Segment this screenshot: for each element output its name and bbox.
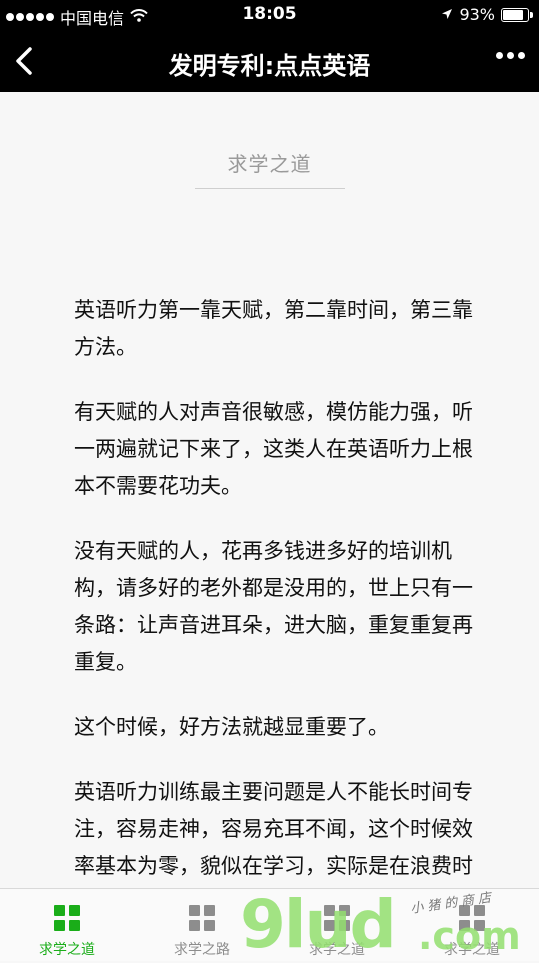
tab-qiuxue-zhilu[interactable]: 求学之路 — [135, 889, 269, 961]
tab-label: 求学之道 — [444, 942, 500, 958]
nav-bar: 发明专利:点点英语 — [0, 30, 539, 92]
more-button[interactable] — [496, 52, 525, 59]
article-content[interactable]: 求学之道 英语听力第一靠天赋，第二靠时间，第三靠方法。 有天赋的人对声音很敏感，… — [0, 92, 539, 888]
more-dots-icon — [496, 52, 503, 59]
grid-icon — [54, 905, 80, 931]
tab-bar: 求学之道 求学之路 求学之道 求学之道 — [0, 888, 539, 961]
article-paragraph: 英语听力训练最主要问题是人不能长时间专注，容易走神，容易充耳不闻，这个时候效率基… — [74, 780, 473, 878]
status-right: 93% — [441, 5, 533, 24]
article-paragraph: 英语听力第一靠天赋，第二靠时间，第三靠方法。 — [74, 298, 473, 359]
status-bar: 中国电信 18:05 93% — [0, 0, 539, 30]
tab-third[interactable]: 求学之道 — [270, 889, 404, 961]
section-title: 求学之道 — [227, 152, 312, 176]
tab-label: 求学之道 — [39, 942, 95, 958]
battery-icon — [501, 7, 533, 22]
tab-label: 求学之路 — [174, 942, 230, 958]
article-paragraph: 这个时候，好方法就越显重要了。 — [74, 715, 389, 739]
battery-percent: 93% — [459, 5, 495, 24]
tab-qiuxue-zhidao[interactable]: 求学之道 — [0, 889, 134, 961]
grid-icon — [324, 905, 350, 931]
grid-icon — [189, 905, 215, 931]
article-paragraph: 有天赋的人对声音很敏感，模仿能力强，听一两遍就记下来了，这类人在英语听力上根本不… — [74, 400, 473, 498]
title-divider — [195, 188, 345, 189]
tab-label: 求学之道 — [309, 942, 365, 958]
location-arrow-icon — [441, 5, 453, 24]
article-paragraph: 没有天赋的人，花再多钱进多好的培训机构，请多好的老外都是没用的，世上只有一条路：… — [74, 539, 473, 674]
tab-fourth[interactable]: 求学之道 — [405, 889, 539, 961]
page-title: 发明专利:点点英语 — [168, 52, 371, 80]
article-body: 英语听力第一靠天赋，第二靠时间，第三靠方法。 有天赋的人对声音很敏感，模仿能力强… — [74, 292, 474, 888]
grid-icon — [459, 905, 485, 931]
